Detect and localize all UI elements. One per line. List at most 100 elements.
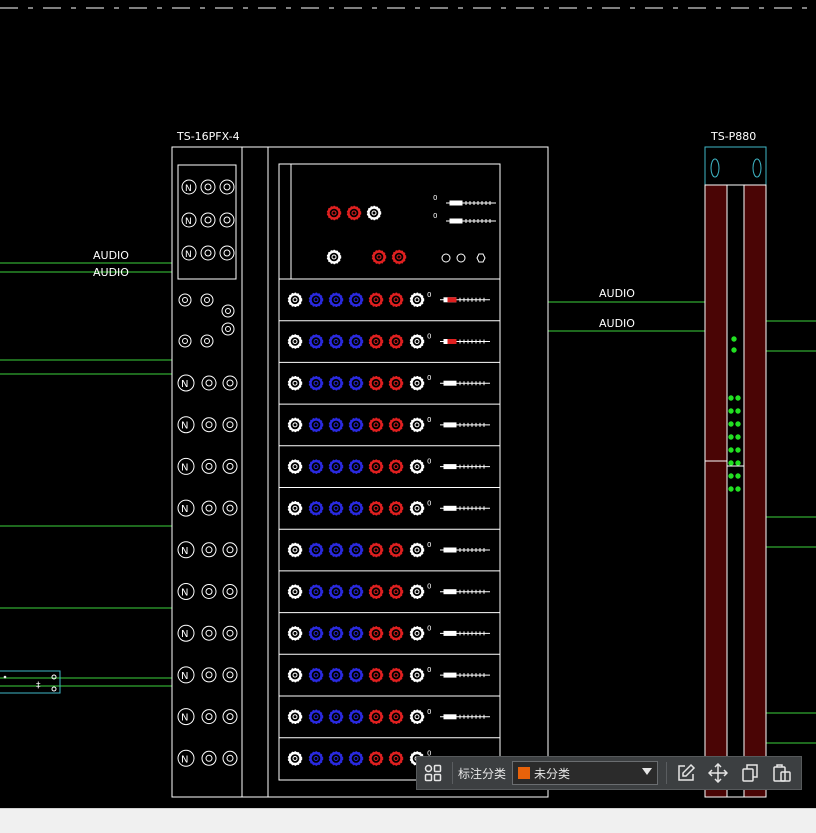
amplifier-title: TS-P880 [710, 130, 756, 143]
knob-center [292, 505, 298, 511]
knob-center [333, 672, 339, 678]
rca-jack [221, 322, 235, 336]
knob-center [414, 672, 420, 678]
knob-center [313, 630, 319, 636]
trs-jack-inner [205, 504, 213, 512]
led [728, 460, 734, 466]
led [728, 395, 734, 401]
trs-jack-inner [226, 379, 234, 387]
edit-icon[interactable] [674, 761, 698, 785]
move-icon[interactable] [706, 761, 730, 785]
wire-label: AUDIO [93, 249, 129, 262]
di-box-glyph: ‡ [36, 681, 41, 691]
led [728, 473, 734, 479]
wire-label: AUDIO [599, 317, 635, 330]
knob-center [313, 339, 319, 344]
fader-knob [449, 200, 463, 206]
category-color-swatch [518, 767, 531, 779]
led [735, 473, 741, 479]
rca-jack [200, 293, 214, 307]
knob-center [373, 297, 379, 303]
trs-jack [201, 375, 217, 391]
led [735, 395, 741, 401]
knob-center [292, 672, 298, 678]
cad-drawing-canvas[interactable]: ‡ N N N N N N N N N N N N N 0 0 0 0 0 0 0 0 0 0 0 0 0 0 TS-16PFX-4 TS… [0, 0, 816, 808]
trs-jack-inner [204, 249, 212, 257]
trs-jack [222, 500, 238, 516]
grid-icon[interactable] [421, 761, 445, 785]
knob-center [373, 547, 379, 553]
di-dot [3, 675, 7, 679]
category-dropdown[interactable]: 未分类 [512, 761, 659, 785]
trs-jack-inner [205, 671, 213, 679]
category-label: 标注分类 [458, 766, 507, 781]
rca-jack [200, 334, 214, 348]
knob-center [333, 464, 339, 470]
knob-center [393, 589, 399, 595]
knob-center [414, 339, 420, 344]
xlr-glyph: N [181, 462, 188, 473]
chevron-down-icon[interactable] [642, 768, 653, 775]
led [731, 336, 737, 342]
xlr-glyph: N [181, 629, 188, 640]
trs-jack-inner [205, 713, 213, 721]
rca-jack [178, 293, 192, 307]
trs-jack [201, 709, 217, 725]
trs-jack-inner [226, 588, 234, 595]
trs-jack [201, 667, 217, 683]
knob-center [393, 464, 399, 470]
knob-center [292, 380, 298, 386]
knob-center [353, 339, 359, 344]
knob-center [353, 589, 359, 595]
trs-jack [201, 458, 217, 474]
paste-icon[interactable] [770, 761, 794, 785]
toolbar-divider [452, 762, 453, 784]
knob-center [414, 547, 420, 553]
trs-jack-inner [226, 629, 234, 637]
trs-jack [222, 750, 238, 766]
annotation-toolbar: 标注分类 未分类 [416, 756, 802, 790]
trs-jack-inner [223, 216, 231, 224]
knob-center [373, 756, 379, 761]
trs-jack [219, 245, 235, 261]
copy-icon[interactable] [738, 761, 762, 785]
rca-jack [221, 304, 235, 318]
knob-center [292, 630, 298, 636]
trs-jack [200, 179, 216, 195]
trs-jack-inner [204, 216, 212, 224]
fader-zero-label: 0 [427, 666, 431, 674]
xlr-glyph: N [181, 379, 188, 390]
category-value: 未分类 [534, 766, 571, 781]
trs-jack-inner [205, 462, 213, 470]
knob-center [313, 380, 319, 386]
toolbar-divider [666, 762, 668, 784]
knob-center [292, 547, 298, 553]
trs-jack [201, 500, 217, 516]
knob-center [333, 756, 339, 761]
xlr-glyph: N [181, 754, 188, 765]
trs-jack-inner [205, 546, 213, 554]
indicator [456, 253, 466, 263]
knob-center [393, 547, 399, 553]
knob-center [353, 380, 359, 386]
led [735, 447, 741, 453]
di-jack [51, 686, 57, 692]
amp-rail [704, 184, 728, 798]
xlr-glyph: N [185, 250, 192, 260]
knob-center [333, 380, 339, 386]
knob-center [373, 422, 379, 428]
knob-center [333, 589, 339, 595]
knob-center [333, 422, 339, 428]
knob-center [414, 589, 420, 595]
knob-center [313, 422, 319, 428]
xlr-glyph: N [181, 421, 188, 432]
trs-jack [222, 375, 238, 391]
fader-knob [443, 589, 457, 595]
knob-center [292, 339, 298, 344]
knob-center [353, 505, 359, 511]
led [735, 434, 741, 440]
fader-marker [447, 339, 457, 344]
knob-center [373, 672, 379, 678]
fader-knob [443, 422, 457, 428]
wire-label: AUDIO [93, 266, 129, 279]
